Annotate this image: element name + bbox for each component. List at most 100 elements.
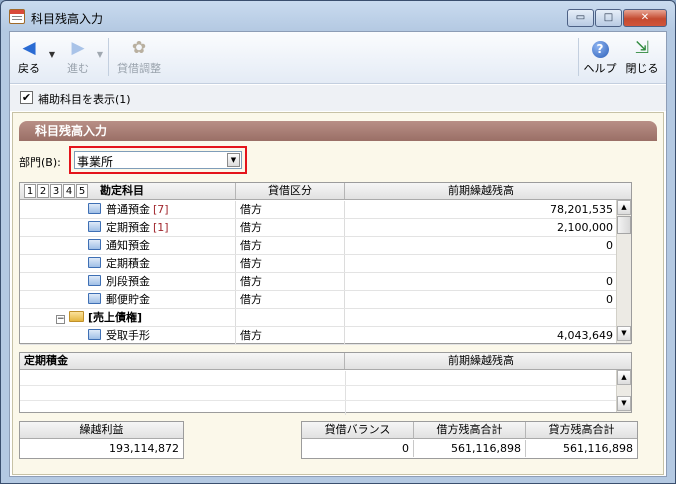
level-4-button[interactable]: 4 xyxy=(63,184,75,198)
close-button[interactable]: ⇲ 閉じる xyxy=(622,35,662,81)
department-select[interactable]: 事業所 ▼ xyxy=(74,151,242,169)
account-row[interactable]: 定期積金 借方 xyxy=(20,255,631,273)
debit-credit-cell[interactable]: 借方 xyxy=(236,291,345,308)
account-name-cell[interactable]: 定期積金 xyxy=(20,255,236,272)
prior-balance-column-header[interactable]: 前期繰越残高 xyxy=(345,183,617,199)
debit-credit-cell[interactable]: 借方 xyxy=(236,219,345,236)
account-name-cell[interactable]: − [売上債権] xyxy=(20,309,236,326)
debit-total-label: 借方残高合計 xyxy=(414,422,526,439)
balance-value: 0 xyxy=(302,440,414,457)
debit-total-value: 561,116,898 xyxy=(414,440,526,457)
account-name: 別段預金 xyxy=(106,275,150,288)
sub-prior-balance-column-header[interactable]: 前期繰越残高 xyxy=(345,353,617,369)
balance-label: 貸借バランス xyxy=(302,422,414,439)
back-button[interactable]: ◀ 戻る xyxy=(12,35,46,81)
department-label: 部門(B): xyxy=(19,156,61,169)
scroll-down-button[interactable]: ▼ xyxy=(617,396,631,411)
account-row[interactable]: 別段預金 借方 0 xyxy=(20,273,631,291)
toolbar-separator xyxy=(108,38,109,76)
back-dropdown-button[interactable]: ▼ xyxy=(46,50,58,62)
debit-credit-cell[interactable]: 借方 xyxy=(236,273,345,290)
debit-credit-cell[interactable]: 借方 xyxy=(236,237,345,254)
account-name-cell[interactable]: 受取手形 xyxy=(20,327,236,344)
ledger-icon xyxy=(88,329,101,340)
level-1-button[interactable]: 1 xyxy=(24,184,36,198)
level-3-button[interactable]: 3 xyxy=(50,184,62,198)
title-bar[interactable]: 科目残高入力 ▭ □ ✕ xyxy=(1,1,675,31)
chevron-down-icon[interactable]: ▼ xyxy=(227,153,240,167)
account-name-cell[interactable]: 普通預金 [7] xyxy=(20,201,236,218)
account-name-cell[interactable]: 郵便貯金 xyxy=(20,291,236,308)
client-area: ◀ 戻る ▼ ▶ 進む ▼ ✿ 貸借調整 ? ヘルプ ⇲ 閉じる ✔ 補助科目を… xyxy=(9,31,667,477)
account-column-header[interactable]: 1 2 3 4 5 勘定科目 xyxy=(20,183,236,199)
prior-balance-cell[interactable]: 0 xyxy=(345,291,617,308)
right-arrow-icon: ▶ xyxy=(71,38,85,58)
show-sub-accounts-checkbox[interactable]: ✔ xyxy=(20,91,33,104)
prior-balance-cell[interactable]: 78,201,535 xyxy=(345,201,617,218)
debit-credit-column-header[interactable]: 貸借区分 xyxy=(236,183,345,199)
sub-grid-scrollbar[interactable]: ▲ ▼ xyxy=(616,370,631,412)
sub-grid-row[interactable] xyxy=(20,371,631,386)
account-row[interactable]: 定期預金 [1] 借方 2,100,000 xyxy=(20,219,631,237)
content-pane: 科目残高入力 部門(B): 事業所 ▼ 1 2 3 4 5 勘定科目 貸借区分 … xyxy=(12,112,664,475)
forward-button[interactable]: ▶ 進む xyxy=(60,35,96,81)
forward-label: 進む xyxy=(67,62,89,75)
grid-scrollbar[interactable]: ▲ ▼ xyxy=(616,200,631,343)
prior-balance-cell[interactable] xyxy=(345,309,617,326)
account-row[interactable]: 普通預金 [7] 借方 78,201,535 xyxy=(20,201,631,219)
totals-box: 貸借バランス 借方残高合計 貸方残高合計 0 561,116,898 561,1… xyxy=(301,421,638,459)
ledger-icon xyxy=(88,293,101,304)
debit-credit-cell[interactable]: 借方 xyxy=(236,327,345,344)
prior-balance-cell[interactable] xyxy=(345,255,617,272)
prior-balance-cell[interactable]: 0 xyxy=(345,273,617,290)
prior-balance-cell[interactable]: 0 xyxy=(345,237,617,254)
scroll-up-button[interactable]: ▲ xyxy=(617,370,631,385)
level-5-button[interactable]: 5 xyxy=(76,184,88,198)
level-2-button[interactable]: 2 xyxy=(37,184,49,198)
toolbar: ◀ 戻る ▼ ▶ 進む ▼ ✿ 貸借調整 ? ヘルプ ⇲ 閉じる xyxy=(10,32,666,84)
sub-grid-row[interactable] xyxy=(20,401,631,416)
show-sub-accounts-label[interactable]: 補助科目を表示(1) xyxy=(38,91,131,107)
grid-header: 1 2 3 4 5 勘定科目 貸借区分 前期繰越残高 xyxy=(20,183,631,200)
sub-account-column-header[interactable]: 定期積金 xyxy=(20,353,345,369)
debit-credit-cell[interactable]: 借方 xyxy=(236,201,345,218)
account-name-cell[interactable]: 通知預金 xyxy=(20,237,236,254)
sub-account-grid: 定期積金 前期繰越残高 ▲ ▼ xyxy=(19,352,632,416)
balance-adjust-button[interactable]: ✿ 貸借調整 xyxy=(110,35,168,81)
app-window: 科目残高入力 ▭ □ ✕ ◀ 戻る ▼ ▶ 進む ▼ ✿ 貸借調整 ? ヘルプ … xyxy=(0,0,676,484)
account-name: 郵便貯金 xyxy=(106,293,150,306)
ledger-icon xyxy=(88,275,101,286)
balance-adjust-label: 貸借調整 xyxy=(117,62,161,75)
debit-credit-cell[interactable]: 借方 xyxy=(236,255,345,272)
scroll-up-button[interactable]: ▲ xyxy=(617,200,631,215)
section-title: 科目残高入力 xyxy=(19,121,657,141)
retained-earnings-value: 193,114,872 xyxy=(109,442,179,455)
department-highlight: 事業所 ▼ xyxy=(69,146,247,174)
account-name-cell[interactable]: 別段預金 xyxy=(20,273,236,290)
sub-grid-row[interactable] xyxy=(20,386,631,401)
account-row[interactable]: 受取手形 借方 4,043,649 xyxy=(20,327,631,345)
account-row[interactable]: 郵便貯金 借方 0 xyxy=(20,291,631,309)
minimize-button[interactable]: ▭ xyxy=(567,9,594,27)
group-row[interactable]: − [売上債権] xyxy=(20,309,631,327)
sub-account-count: [7] xyxy=(153,203,169,216)
prior-balance-cell[interactable]: 4,043,649 xyxy=(345,327,617,344)
collapse-icon[interactable]: − xyxy=(56,315,65,324)
help-label: ヘルプ xyxy=(583,62,617,75)
help-button[interactable]: ? ヘルプ xyxy=(582,35,618,81)
scroll-thumb[interactable] xyxy=(617,216,631,234)
account-balance-grid: 1 2 3 4 5 勘定科目 貸借区分 前期繰越残高 普通預金 [7] 借方 78,2… xyxy=(19,182,632,345)
maximize-button[interactable]: □ xyxy=(595,9,622,27)
sub-grid-header: 定期積金 前期繰越残高 xyxy=(20,353,631,370)
back-label: 戻る xyxy=(18,62,40,75)
account-row[interactable]: 通知預金 借方 0 xyxy=(20,237,631,255)
forward-dropdown-button[interactable]: ▼ xyxy=(94,50,106,62)
debit-credit-cell[interactable] xyxy=(236,309,345,326)
left-arrow-icon: ◀ xyxy=(22,38,36,58)
account-name-cell[interactable]: 定期預金 [1] xyxy=(20,219,236,236)
scroll-down-button[interactable]: ▼ xyxy=(617,326,631,341)
toolbar-separator xyxy=(578,38,579,76)
account-name: 定期積金 xyxy=(106,257,150,270)
prior-balance-cell[interactable]: 2,100,000 xyxy=(345,219,617,236)
close-window-button[interactable]: ✕ xyxy=(623,9,667,27)
